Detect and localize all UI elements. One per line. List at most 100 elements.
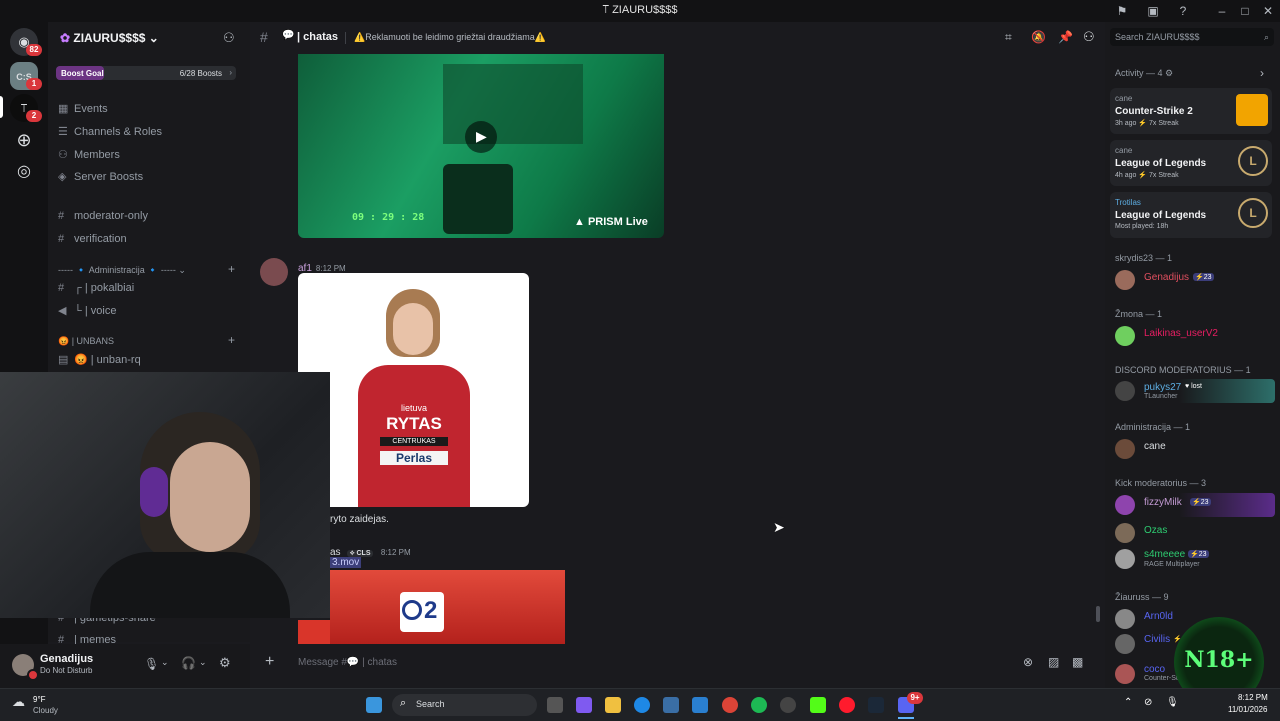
play-button[interactable]: ▶ — [465, 121, 497, 153]
member-item[interactable]: Ozas — [1115, 521, 1275, 545]
server-name-button[interactable]: ✿ ZIAURU$$$$ ⌄ — [60, 31, 159, 45]
file-link[interactable]: 3.mov — [330, 557, 362, 568]
activity-card[interactable]: cane Counter-Strike 2 3h ago ⚡ 7x Streak — [1110, 88, 1272, 134]
hash-icon: # — [260, 29, 268, 45]
channel-unban-rq[interactable]: ▤ 😡 | unban-rq — [58, 351, 238, 369]
message-composer[interactable]: + Message #💬 | chatas ⊗ ▨ ▩ — [255, 650, 1095, 676]
mouse-cursor-icon: ➤ — [773, 519, 785, 535]
steam-icon[interactable] — [868, 697, 884, 713]
avatar — [1115, 609, 1135, 629]
mute-bell-icon[interactable]: 🔕 — [1031, 30, 1046, 44]
image-icon[interactable]: ▨ — [1048, 655, 1059, 669]
play-icon: ▶ — [476, 128, 487, 144]
channel-verification[interactable]: # verification — [58, 230, 238, 248]
clock-time[interactable]: 8:12 PM — [1238, 693, 1268, 702]
help-icon[interactable]: ? — [1175, 3, 1191, 19]
microphone-icon[interactable]: 🎙 — [144, 657, 159, 671]
invite-people-icon[interactable]: ⚇ — [223, 30, 235, 46]
spotify-icon[interactable] — [751, 697, 767, 713]
opera-icon[interactable] — [839, 697, 855, 713]
server-icon-cs[interactable]: C:S 1 — [10, 62, 42, 90]
video-attachment[interactable]: 2 — [330, 570, 565, 644]
channel-pokalbiai[interactable]: # ┌ | pokalbiai — [58, 279, 238, 297]
cbs-number: 2 — [424, 597, 438, 624]
taskbar-search[interactable]: ⌕ Search — [392, 694, 537, 716]
cbs-eye-icon — [402, 600, 422, 620]
channel-moderator-only[interactable]: # moderator-only — [58, 207, 238, 225]
gear-icon[interactable]: ⚙ — [219, 655, 231, 671]
plus-icon[interactable]: + — [265, 653, 274, 671]
server-icon-ziauru[interactable]: ⟙ 2 — [10, 94, 42, 122]
member-item[interactable]: fizzyMilk ⚡23 — [1115, 493, 1275, 517]
avatar — [1115, 549, 1135, 569]
member-item[interactable]: pukys27 ♥ lost TLauncher — [1115, 379, 1275, 403]
category-administracija[interactable]: ----- 🔹 Administracija 🔹 ----- ⌄ — [58, 265, 186, 276]
member-item[interactable]: Genadijus ⚡23 — [1115, 268, 1275, 292]
avatar — [1115, 270, 1135, 290]
message-input[interactable]: Message #💬 | chatas — [298, 657, 397, 668]
member-item[interactable]: cane — [1115, 437, 1275, 461]
boost-goal-bar[interactable]: Boost Goal 6/28 Boosts › — [56, 66, 236, 80]
search-input[interactable]: Search ZIAURU$$$$ ⌕ — [1110, 28, 1274, 46]
maximize-icon[interactable]: □ — [1237, 3, 1253, 19]
activity-card[interactable]: Trotilas League of Legends Most played: … — [1110, 192, 1272, 238]
sidebar-item-server-boosts[interactable]: ◈ Server Boosts — [58, 168, 238, 186]
avatar[interactable] — [260, 258, 288, 286]
member-group-header: Administracija — 1 — [1115, 422, 1191, 432]
avatar — [1115, 523, 1135, 543]
discover-button[interactable]: ◎ — [10, 158, 38, 186]
member-item[interactable]: Laikinas_userV2 — [1115, 324, 1275, 348]
chevron-down-icon[interactable]: ⌄ — [161, 657, 169, 668]
gear-icon[interactable]: ⚙ — [1165, 68, 1173, 78]
sidebar-item-members[interactable]: ⚇ Members — [58, 146, 238, 164]
list-icon: ☰ — [58, 126, 68, 138]
app-icon[interactable] — [780, 697, 796, 713]
add-server-button[interactable]: ⊕ — [10, 126, 38, 154]
active-server-indicator — [0, 96, 3, 118]
add-channel-icon[interactable]: + — [228, 262, 235, 276]
sticker-icon[interactable]: ⊗ — [1023, 655, 1033, 669]
sidebar-item-events[interactable]: ▦ Events — [58, 100, 238, 118]
pin-icon[interactable]: 📌 — [1058, 30, 1073, 44]
add-channel-icon[interactable]: + — [228, 333, 235, 347]
weather-icon[interactable]: ☁ — [12, 694, 25, 710]
task-view-icon[interactable] — [547, 697, 563, 713]
headphones-icon[interactable]: 🎧 — [181, 656, 196, 670]
chat-scrollbar[interactable] — [1096, 606, 1100, 622]
category-unbans[interactable]: 😡 | UNBANS — [58, 336, 114, 347]
channel-topic[interactable]: ⚠️Reklamuoti be leidimo griežtai draudži… — [354, 32, 546, 43]
chevron-right-icon[interactable]: › — [1260, 66, 1264, 80]
sidebar-item-channels-roles[interactable]: ☰ Channels & Roles — [58, 123, 238, 141]
chat-header: # 💬 | chatas ⚠️Reklamuoti be leidimo gri… — [250, 22, 1105, 55]
chrome-icon[interactable] — [722, 697, 738, 713]
threads-icon[interactable]: ⌗ — [1005, 30, 1012, 45]
video-chair — [443, 164, 513, 234]
image-attachment[interactable]: lietuva RYTAS CENTRUKAS Perlas — [298, 273, 529, 507]
mail-icon[interactable] — [692, 697, 708, 713]
inbox-icon[interactable]: ⚑ — [1114, 3, 1130, 19]
activity-card[interactable]: cane League of Legends 4h ago ⚡ 7x Strea… — [1110, 140, 1272, 186]
gift-icon[interactable]: ▩ — [1072, 655, 1083, 669]
home-button[interactable]: ◉ 82 — [10, 28, 42, 56]
kick-icon[interactable] — [810, 697, 826, 713]
store-icon[interactable] — [663, 697, 679, 713]
edge-icon[interactable] — [634, 697, 650, 713]
chevron-up-icon[interactable]: ⌃ — [1124, 697, 1132, 708]
video-embed[interactable]: ▶ 09 : 29 : 28 ▲ PRISM Live — [298, 54, 664, 238]
minimize-icon[interactable]: – — [1214, 3, 1230, 19]
microphone-tray-icon[interactable]: 🎙 — [1166, 697, 1179, 708]
user-name: Genadijus — [40, 653, 94, 665]
boost-tag: ⚡23 — [1190, 498, 1211, 506]
member-list-icon[interactable]: ⚇ — [1083, 29, 1095, 45]
channel-voice[interactable]: ◀ └ | voice — [58, 302, 238, 320]
windows-start-icon[interactable] — [366, 697, 382, 713]
app-tray-icon[interactable]: ⊘ — [1144, 697, 1152, 708]
member-item[interactable]: s4meeee ⚡23 RAGE Multiplayer — [1115, 547, 1275, 571]
screen-icon[interactable]: ▣ — [1145, 3, 1161, 19]
clock-date[interactable]: 11/01/2026 — [1228, 705, 1267, 714]
copilot-icon[interactable] — [576, 697, 592, 713]
file-explorer-icon[interactable] — [605, 697, 621, 713]
close-icon[interactable]: ✕ — [1260, 3, 1276, 19]
chevron-down-icon[interactable]: ⌄ — [199, 657, 207, 668]
discord-taskbar-icon[interactable]: 9+ — [898, 692, 923, 713]
